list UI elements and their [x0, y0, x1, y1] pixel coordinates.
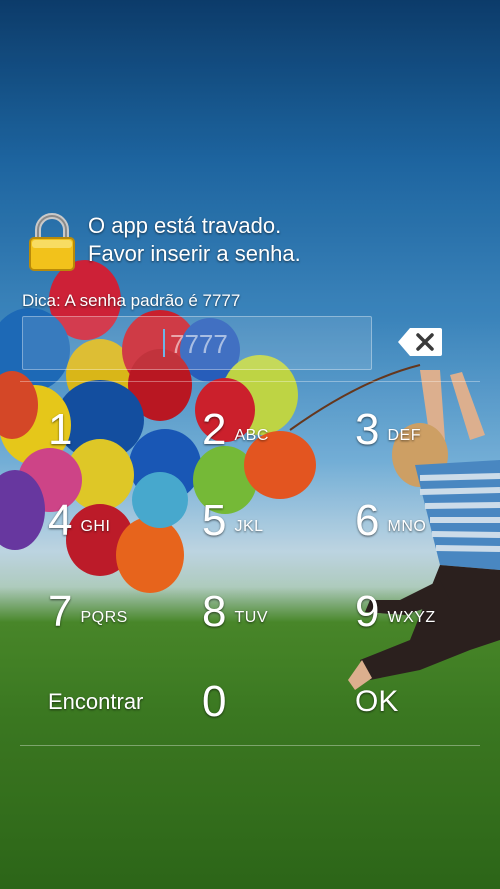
key-letters: JKL: [234, 518, 264, 535]
key-letters: MNO: [387, 518, 427, 535]
backspace-icon[interactable]: [396, 326, 444, 358]
key-digit: 0: [202, 677, 227, 726]
padlock-icon: [29, 213, 75, 271]
key-digit: 3: [355, 405, 380, 454]
ok-label: OK: [355, 685, 399, 718]
key-digit: 6: [355, 496, 380, 545]
lock-message-row: O app está travado. Favor inserir a senh…: [26, 212, 301, 272]
lock-message-line2: Favor inserir a senha.: [88, 241, 301, 266]
key-0[interactable]: 0: [202, 667, 352, 737]
lock-message: O app está travado. Favor inserir a senh…: [88, 212, 301, 268]
pin-field[interactable]: [22, 316, 372, 370]
key-9[interactable]: 9 WXYZ: [355, 577, 500, 647]
find-button[interactable]: Encontrar: [48, 667, 198, 737]
text-caret: [163, 329, 165, 357]
key-letters: TUV: [234, 609, 268, 626]
password-hint: Dica: A senha padrão é 7777: [22, 291, 241, 310]
key-digit: 7: [48, 587, 73, 636]
key-6[interactable]: 6 MNO: [355, 486, 500, 556]
keypad-bottom-divider: [20, 745, 480, 746]
find-label: Encontrar: [48, 689, 144, 714]
key-4[interactable]: 4 GHI: [48, 486, 198, 556]
key-7[interactable]: 7 PQRS: [48, 577, 198, 647]
key-letters: DEF: [387, 427, 421, 444]
ok-button[interactable]: OK: [355, 667, 500, 737]
key-digit: 9: [355, 587, 380, 636]
key-digit: 1: [48, 405, 73, 454]
pin-input[interactable]: [168, 325, 362, 363]
lock-message-line1: O app está travado.: [88, 213, 282, 238]
key-letters: GHI: [80, 518, 111, 535]
key-digit: 2: [202, 405, 227, 454]
key-digit: 8: [202, 587, 227, 636]
key-letters: ABC: [234, 427, 269, 444]
key-digit: 5: [202, 496, 227, 545]
key-2[interactable]: 2 ABC: [202, 395, 352, 465]
key-5[interactable]: 5 JKL: [202, 486, 352, 556]
key-1[interactable]: 1: [48, 395, 198, 465]
keypad-top-divider: [20, 381, 480, 382]
key-letters: WXYZ: [387, 609, 436, 626]
key-digit: 4: [48, 496, 73, 545]
key-3[interactable]: 3 DEF: [355, 395, 500, 465]
key-8[interactable]: 8 TUV: [202, 577, 352, 647]
key-letters: PQRS: [80, 609, 128, 626]
